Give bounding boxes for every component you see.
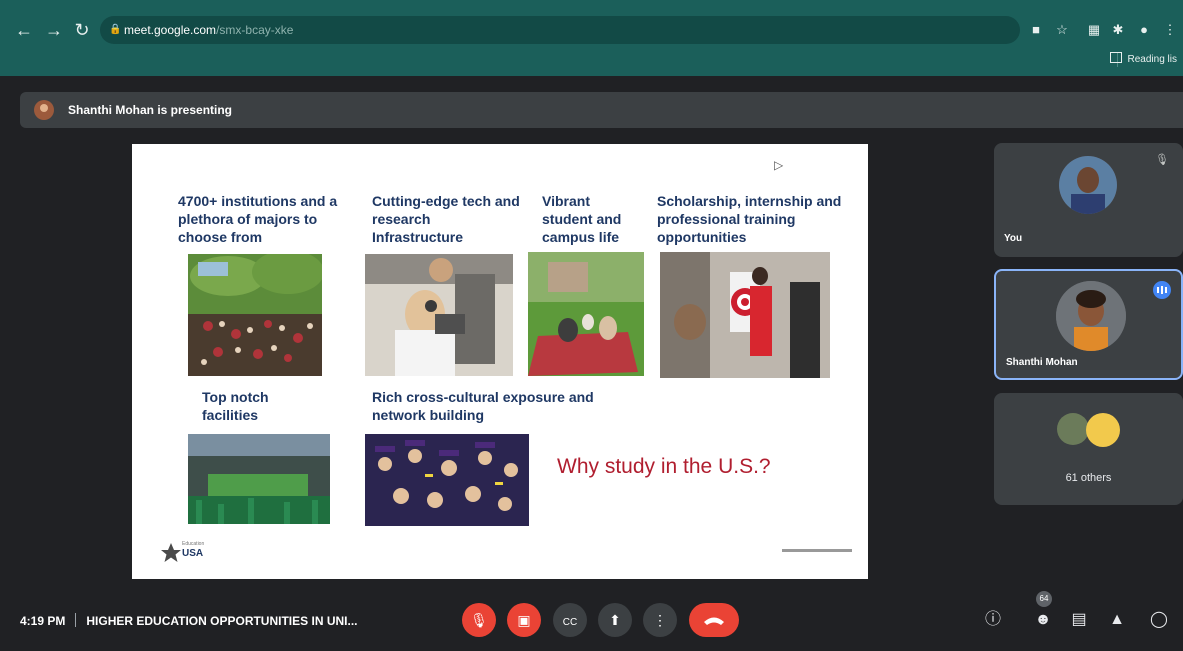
other-participant-avatar <box>1057 413 1089 445</box>
slide-caption-scholarship: Scholarship, internship and professional… <box>657 193 842 245</box>
campus-crowd-photo <box>188 254 322 376</box>
presenter-label: Shanthi Mohan <box>1006 357 1078 368</box>
meeting-time: 4:19 PM <box>20 614 66 628</box>
self-avatar <box>1059 156 1117 214</box>
end-call-button[interactable] <box>689 603 739 637</box>
extension-icon[interactable]: ▦ <box>1084 20 1104 40</box>
camera-off-icon: ▣ <box>517 612 531 628</box>
speaking-indicator-icon <box>1153 281 1171 299</box>
url-path: /smx-bcay-xke <box>216 23 294 37</box>
slide-caption-cultural: Rich cross-cultural exposure and network… <box>372 389 594 423</box>
browser-chrome: ← → ↻ 🔒 meet.google.com/smx-bcay-xke ■ ☆… <box>0 0 1183 76</box>
presentation-slide: 4700+ institutions and a plethora of maj… <box>132 144 868 579</box>
meeting-info: 4:19 PM HIGHER EDUCATION OPPORTUNITIES IN… <box>20 613 357 628</box>
campus-picnic-photo <box>528 252 644 376</box>
reload-button[interactable]: ↻ <box>70 18 94 42</box>
mic-off-icon: 🎙 <box>470 612 488 628</box>
self-label: You <box>1004 233 1023 244</box>
mic-off-icon: 🎙 <box>1155 154 1169 166</box>
star-icon[interactable]: ☆ <box>1052 20 1072 40</box>
meeting-control-bar: 4:19 PM HIGHER EDUCATION OPPORTUNITIES IN… <box>0 591 1183 651</box>
research-lab-photo <box>365 254 513 376</box>
browser-toolbar: ← → ↻ 🔒 meet.google.com/smx-bcay-xke ■ ☆… <box>0 12 1183 48</box>
camera-icon[interactable]: ■ <box>1026 20 1046 40</box>
logo-text: USA <box>182 548 204 559</box>
participants-count-badge: 64 <box>1036 591 1052 607</box>
lock-icon: 🔒 <box>109 24 122 35</box>
mic-off-button[interactable]: 🎙 <box>462 603 496 637</box>
phone-hangup-icon <box>704 617 724 625</box>
others-tile[interactable]: 61 others <box>994 393 1183 505</box>
reading-list-button[interactable]: Reading lis <box>1109 52 1177 65</box>
mouse-cursor-icon: ▷ <box>774 158 784 172</box>
stadium-photo <box>188 434 330 524</box>
present-button[interactable]: ⬆ <box>598 603 632 637</box>
career-fair-photo <box>660 252 830 378</box>
chat-icon[interactable]: ▤ <box>1068 609 1090 631</box>
presenter-avatar <box>34 100 54 120</box>
slide-caption-tech: Cutting-edge tech and research Infrastru… <box>372 193 520 245</box>
slide-caption-campus: Vibrant student and campus life <box>542 193 622 245</box>
reading-list-label: Reading lis <box>1127 54 1177 65</box>
shield-icon[interactable]: ◯ <box>1148 609 1170 631</box>
meeting-title: HIGHER EDUCATION OPPORTUNITIES IN UNI... <box>86 614 358 628</box>
more-menu-icon[interactable]: ⋮ <box>1160 20 1180 40</box>
slide-headline: Why study in the U.S.? <box>557 455 771 478</box>
present-icon: ⬆ <box>609 612 621 628</box>
other-participant-avatar <box>1086 413 1120 447</box>
others-count-label: 61 others <box>1065 472 1112 484</box>
people-icon[interactable]: ☻ <box>1032 609 1054 631</box>
education-usa-logo: Education USA <box>160 540 220 566</box>
profile-icon[interactable]: ● <box>1134 20 1154 40</box>
forward-button[interactable]: → <box>42 18 66 42</box>
info-icon[interactable]: ⓘ <box>982 609 1004 631</box>
activities-icon[interactable]: ▲ <box>1106 609 1128 631</box>
url-host: meet.google.com <box>124 23 217 37</box>
more-options-button[interactable]: ⋮ <box>643 603 677 637</box>
address-bar[interactable]: 🔒 meet.google.com/smx-bcay-xke <box>100 16 1020 44</box>
info-divider <box>75 613 77 627</box>
logo-subtext: Education <box>182 541 205 547</box>
more-vert-icon: ⋮ <box>653 612 667 628</box>
back-button[interactable]: ← <box>12 18 36 42</box>
presenting-banner: Shanthi Mohan is presenting <box>20 92 1183 128</box>
captions-icon: CC <box>562 617 578 628</box>
camera-off-button[interactable]: ▣ <box>507 603 541 637</box>
graduation-photo <box>365 434 529 526</box>
presenting-text: Shanthi Mohan is presenting <box>68 103 233 117</box>
slide-caption-institutions: 4700+ institutions and a plethora of maj… <box>178 193 338 245</box>
puzzle-icon[interactable]: ✱ <box>1108 20 1128 40</box>
slide-caption-facilities: Top notch facilities <box>202 389 269 423</box>
presenter-avatar-large <box>1056 281 1126 351</box>
captions-button[interactable]: CC <box>553 603 587 637</box>
slide-footer-url <box>782 549 852 552</box>
star-logo-icon <box>161 543 181 562</box>
presenter-tile[interactable]: Shanthi Mohan <box>994 269 1183 380</box>
reading-list-icon <box>1109 52 1122 63</box>
self-tile[interactable]: 🎙 You <box>994 143 1183 257</box>
